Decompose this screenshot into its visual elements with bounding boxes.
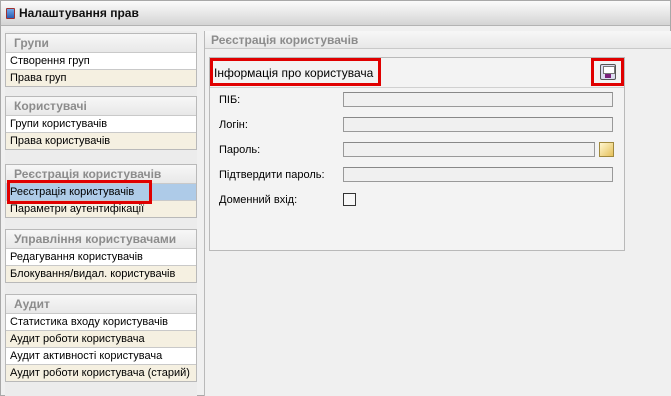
app-icon	[6, 7, 15, 19]
password-label: Пароль:	[219, 144, 261, 156]
sidebar-group-users: Користувачі Групи користувачів Права кор…	[5, 96, 197, 150]
settings-window: Налаштування прав Групи Створення груп П…	[0, 0, 671, 396]
sidebar-item-auth-params[interactable]: Параметри аутентифікації	[6, 200, 196, 217]
key-icon[interactable]	[599, 142, 614, 157]
login-input[interactable]	[343, 117, 613, 132]
sidebar-group-groups: Групи Створення груп Права груп	[5, 33, 197, 87]
sidebar-item-activity-audit[interactable]: Аудит активності користувача	[6, 347, 196, 364]
domain-login-label: Доменний вхід:	[219, 194, 298, 206]
sidebar-item-user-registration[interactable]: Реєстрація користувачів	[6, 183, 196, 200]
sidebar-item-block-users[interactable]: Блокування/видал. користувачів	[6, 265, 196, 282]
window-title: Налаштування прав	[19, 6, 139, 20]
sidebar-group-header[interactable]: Реєстрація користувачів	[6, 165, 196, 183]
sidebar-group-header[interactable]: Групи	[6, 34, 196, 52]
sidebar-group-header[interactable]: Користувачі	[6, 97, 196, 115]
confirm-password-input[interactable]	[343, 167, 613, 182]
sidebar-item-edit-users[interactable]: Редагування користувачів	[6, 248, 196, 265]
sidebar: Групи Створення груп Права груп Користув…	[5, 31, 197, 396]
sidebar-item-old-work-audit[interactable]: Аудит роботи користувача (старий)	[6, 364, 196, 381]
sidebar-item-work-audit[interactable]: Аудит роботи користувача	[6, 330, 196, 347]
name-input[interactable]	[343, 92, 613, 107]
save-icon[interactable]	[600, 64, 616, 80]
sidebar-item-create-groups[interactable]: Створення груп	[6, 52, 196, 69]
user-info-panel: Інформація про користувача ПІБ: Логін: П…	[209, 57, 625, 251]
sidebar-group-management: Управління користувачами Редагування кор…	[5, 229, 197, 283]
domain-login-checkbox[interactable]	[343, 193, 356, 206]
login-label: Логін:	[219, 119, 248, 131]
name-label: ПІБ:	[219, 94, 241, 106]
sidebar-item-group-rights[interactable]: Права груп	[6, 69, 196, 86]
sidebar-item-user-rights[interactable]: Права користувачів	[6, 132, 196, 149]
sidebar-group-header[interactable]: Аудит	[6, 295, 196, 313]
confirm-password-label: Підтвердити пароль:	[219, 169, 325, 181]
sidebar-group-audit: Аудит Статистика входу користувачів Ауди…	[5, 294, 197, 382]
panel-title: Інформація про користувача	[210, 58, 624, 88]
main-panel: Реєстрація користувачів Інформація про к…	[204, 31, 671, 396]
sidebar-item-login-stats[interactable]: Статистика входу користувачів	[6, 313, 196, 330]
sidebar-item-user-groups[interactable]: Групи користувачів	[6, 115, 196, 132]
title-bar: Налаштування прав	[1, 1, 670, 26]
password-input[interactable]	[343, 142, 595, 157]
main-header: Реєстрація користувачів	[205, 31, 671, 49]
sidebar-group-registration: Реєстрація користувачів Реєстрація корис…	[5, 164, 197, 218]
sidebar-group-header[interactable]: Управління користувачами	[6, 230, 196, 248]
